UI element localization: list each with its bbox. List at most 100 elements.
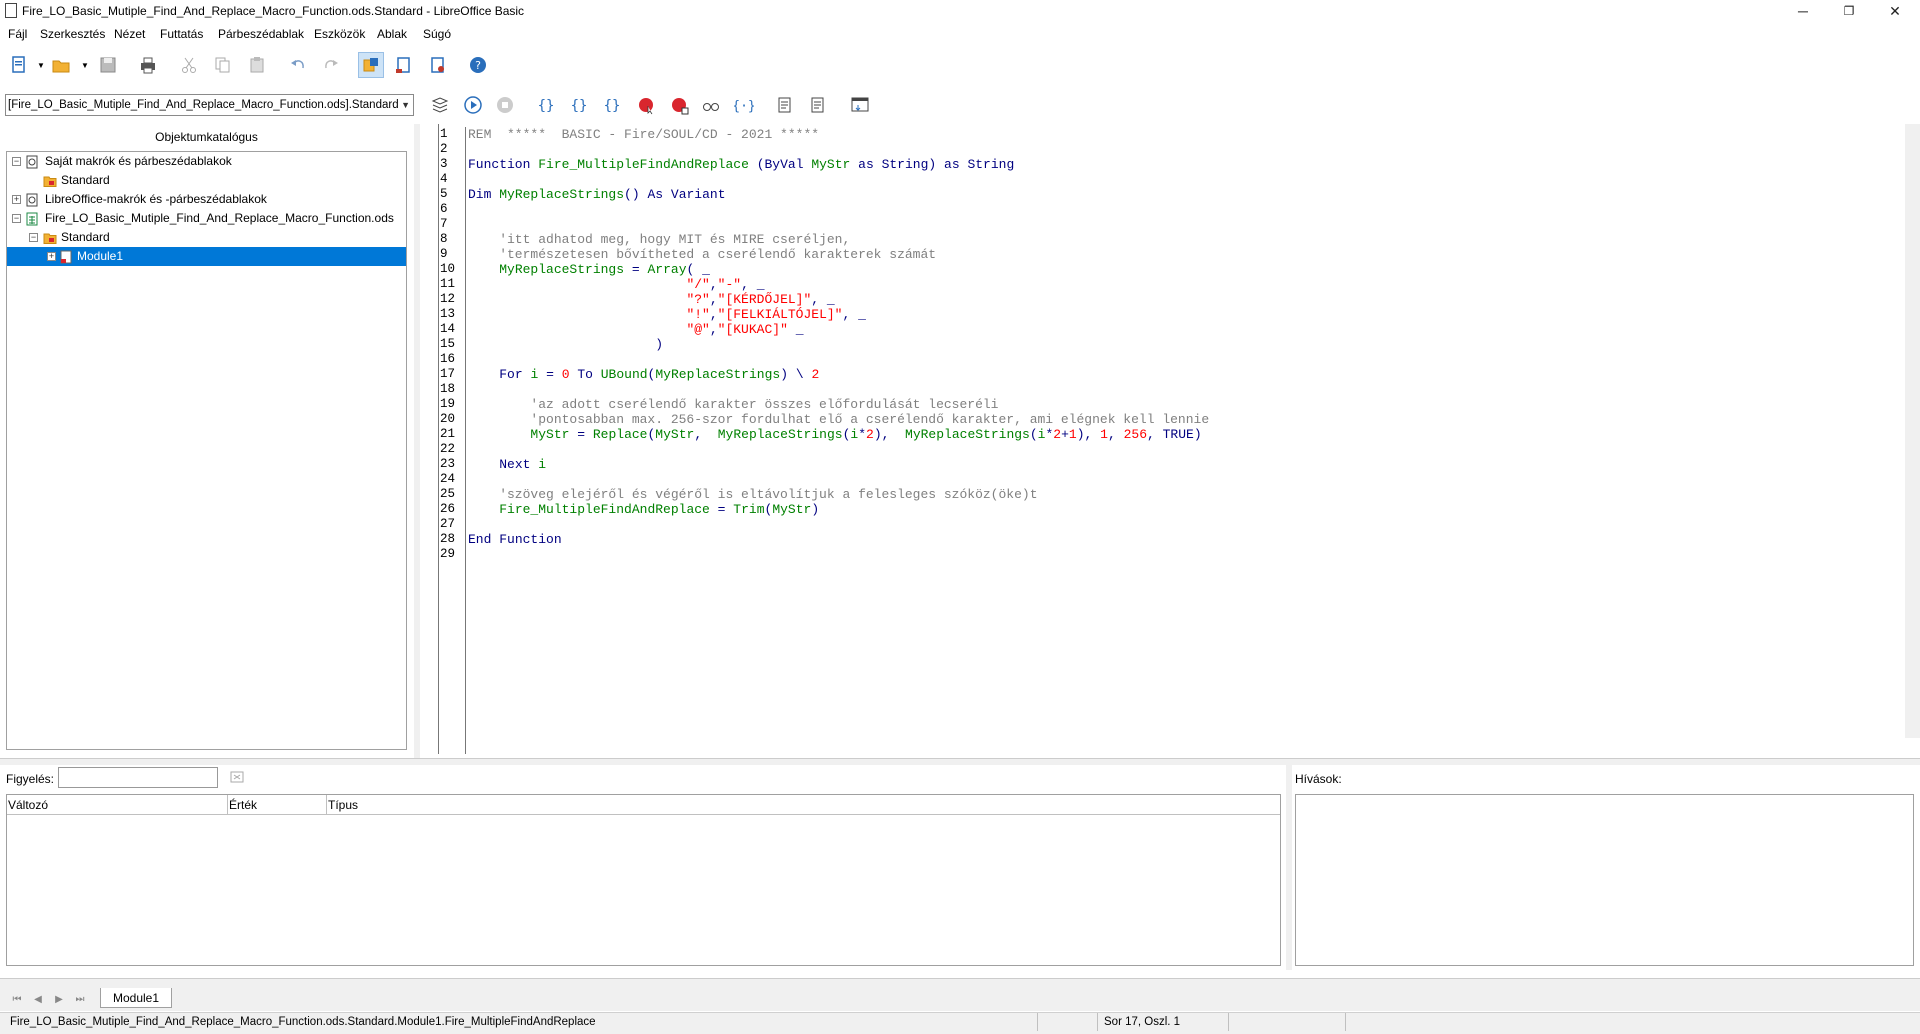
paste-icon[interactable] [246, 54, 268, 76]
export-basic-icon[interactable] [807, 94, 829, 116]
macro-library-icon [26, 155, 38, 169]
code-line: "?","[KÉRDŐJEL]", _ [686, 292, 835, 307]
line-number: 26 [440, 502, 456, 516]
collapse-icon[interactable]: − [12, 157, 21, 166]
stop-icon[interactable] [494, 94, 516, 116]
tree-item-document[interactable]: Fire_LO_Basic_Mutiple_Find_And_Replace_M… [45, 209, 394, 228]
vertical-splitter[interactable] [414, 124, 420, 758]
line-number: 15 [440, 337, 456, 351]
expand-icon[interactable]: + [12, 195, 21, 204]
collapse-icon[interactable]: − [29, 233, 38, 242]
code-line: 'az adott cserélendő karakter összes elő… [468, 397, 999, 412]
save-icon[interactable] [97, 54, 119, 76]
watch-label: Figyelés: [6, 772, 55, 786]
undo-icon[interactable] [287, 54, 309, 76]
code-area[interactable]: REM ***** BASIC - Fire/SOUL/CD - 2021 **… [468, 127, 1898, 547]
vertical-scrollbar[interactable] [1905, 124, 1920, 738]
menu-view[interactable]: Nézet [114, 27, 145, 41]
watch-input[interactable] [58, 767, 218, 788]
last-tab-icon[interactable]: ⏭ [73, 993, 87, 1007]
code-line: Fire_MultipleFindAndReplace = Trim(MyStr… [499, 502, 820, 517]
line-number: 1 [440, 127, 448, 141]
compile-icon[interactable] [429, 94, 451, 116]
expand-icon[interactable]: + [47, 252, 56, 261]
status-divider [1228, 1013, 1229, 1031]
line-number: 5 [440, 187, 448, 201]
tree-item-libreoffice-macros[interactable]: LibreOffice-makrók és -párbeszédablakok [45, 190, 267, 209]
open-dropdown-arrow-icon[interactable]: ▼ [81, 61, 89, 70]
line-number: 16 [440, 352, 456, 366]
help-icon[interactable]: ? [467, 54, 489, 76]
line-number: 19 [440, 397, 456, 411]
step-into-icon[interactable]: {} [535, 94, 557, 116]
title-bar: Fire_LO_Basic_Mutiple_Find_And_Replace_M… [0, 0, 1920, 22]
find-parentheses-icon[interactable]: {·} [733, 94, 755, 116]
variables-table: Változó Érték Típus [6, 794, 1281, 966]
step-out-icon[interactable]: {} [601, 94, 623, 116]
column-header-type[interactable]: Típus [327, 795, 1280, 815]
watch-icon[interactable] [700, 94, 722, 116]
status-cursor-position: Sor 17, Oszl. 1 [1104, 1016, 1181, 1028]
line-number: 28 [440, 532, 456, 546]
pane-splitter[interactable] [1286, 764, 1292, 970]
import-dialog-icon[interactable] [849, 94, 871, 116]
new-document-icon[interactable] [8, 54, 30, 76]
tree-item-module1[interactable]: Module1 [77, 247, 123, 266]
minimize-button[interactable]: ─ [1780, 0, 1826, 22]
manage-breakpoints-icon[interactable] [668, 94, 690, 116]
object-catalog-icon[interactable] [358, 52, 384, 78]
select-module-icon[interactable] [427, 54, 449, 76]
menu-file[interactable]: Fájl [8, 27, 27, 41]
module-icon [60, 250, 72, 264]
insert-source-file-icon[interactable] [774, 94, 796, 116]
code-line: 'szöveg elejéről és végéről is eltávolít… [468, 487, 1038, 502]
redo-icon[interactable] [320, 54, 342, 76]
library-select[interactable]: [Fire_LO_Basic_Mutiple_Find_And_Replace_… [5, 94, 414, 116]
line-number: 29 [440, 547, 456, 561]
code-line: MyReplaceStrings = Array( _ [499, 262, 710, 277]
open-folder-icon[interactable] [50, 54, 72, 76]
menu-dialog[interactable]: Párbeszédablak [218, 27, 304, 41]
step-over-icon[interactable]: {} [568, 94, 590, 116]
line-number: 18 [440, 382, 456, 396]
select-macro-icon[interactable] [393, 54, 415, 76]
menu-window[interactable]: Ablak [377, 27, 407, 41]
menu-edit[interactable]: Szerkesztés [40, 27, 105, 41]
line-number: 12 [440, 292, 456, 306]
remove-watch-icon[interactable] [228, 768, 246, 786]
line-number: 24 [440, 472, 456, 486]
horizontal-splitter[interactable] [0, 758, 1920, 765]
column-header-variable[interactable]: Változó [7, 795, 228, 815]
cut-icon[interactable] [178, 54, 200, 76]
breakpoint-icon[interactable] [635, 94, 657, 116]
tree-item-standard-doc[interactable]: Standard [61, 228, 110, 247]
first-tab-icon[interactable]: ⏮ [10, 993, 24, 1007]
module-tab-bar [0, 978, 1920, 1011]
breakpoint-margin[interactable] [421, 124, 439, 754]
close-button[interactable]: ✕ [1872, 0, 1918, 22]
print-icon[interactable] [137, 54, 159, 76]
previous-tab-icon[interactable]: ◀ [31, 993, 45, 1007]
tab-module1[interactable]: Module1 [100, 988, 172, 1008]
menu-tools[interactable]: Eszközök [314, 27, 365, 41]
restore-button[interactable]: ❐ [1826, 0, 1872, 22]
new-dropdown-arrow-icon[interactable]: ▼ [37, 61, 45, 70]
column-header-value[interactable]: Érték [228, 795, 327, 815]
run-icon[interactable] [462, 94, 484, 116]
line-number: 23 [440, 457, 456, 471]
spreadsheet-document-icon [26, 212, 38, 226]
library-folder-icon [43, 176, 57, 187]
status-divider [1097, 1013, 1098, 1031]
line-number: 14 [440, 322, 456, 336]
copy-icon[interactable] [212, 54, 234, 76]
status-divider [1345, 1013, 1346, 1031]
tree-item-my-macros[interactable]: Saját makrók és párbeszédablakok [45, 152, 232, 171]
svg-text:{}: {} [571, 98, 588, 114]
menu-run[interactable]: Futtatás [160, 27, 203, 41]
code-line: MyStr = Replace(MyStr, MyReplaceStrings(… [530, 427, 1202, 442]
collapse-icon[interactable]: − [12, 214, 21, 223]
next-tab-icon[interactable]: ▶ [52, 993, 66, 1007]
menu-help[interactable]: Súgó [423, 27, 451, 41]
chevron-down-icon[interactable]: ▼ [401, 95, 410, 115]
tree-item-standard-my[interactable]: Standard [61, 171, 110, 190]
